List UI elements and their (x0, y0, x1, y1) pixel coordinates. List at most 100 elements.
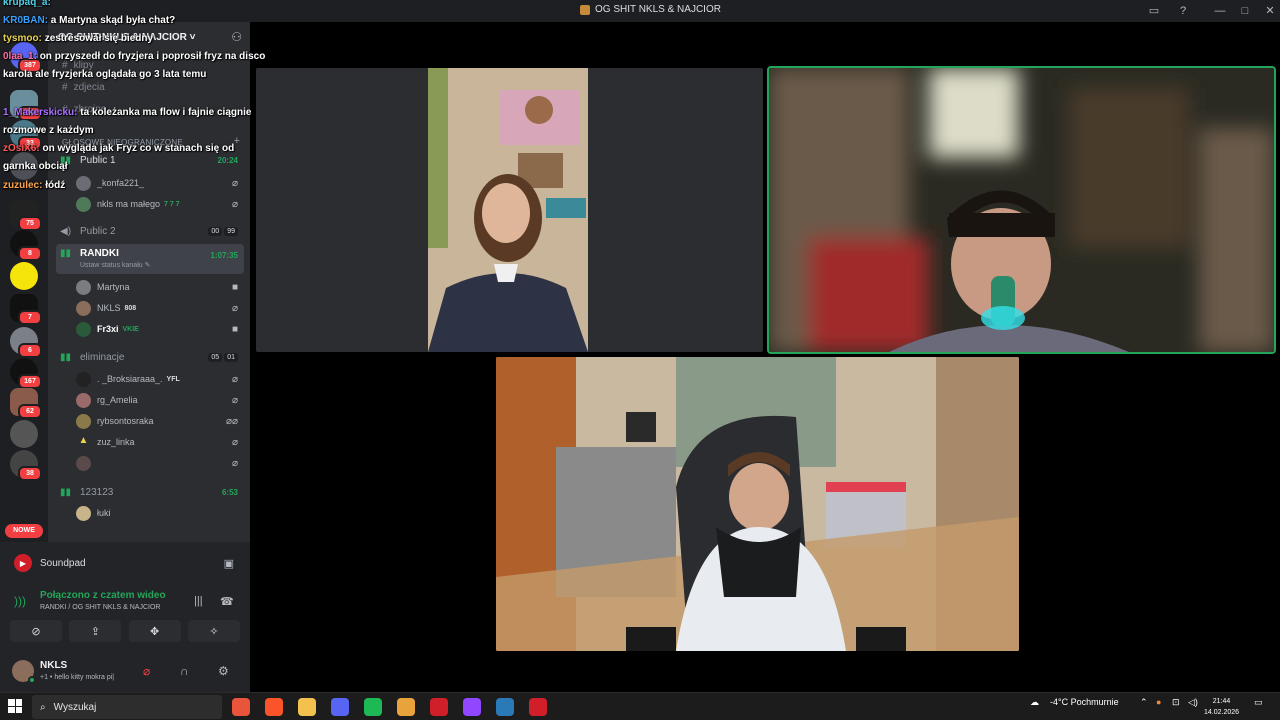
voice-connection: ))) Połączono z czatem wideo RANDKI / OG… (10, 588, 242, 616)
weather-icon[interactable]: ☁ (1030, 697, 1039, 708)
close-button[interactable]: ✕ (1262, 3, 1278, 19)
avatar (76, 300, 91, 316)
voice-user[interactable]: rybsontosraka ⌀⌀ (76, 411, 244, 431)
disconnect-icon[interactable]: ☎ (220, 595, 234, 608)
settings-gear-icon[interactable]: ⚙ (218, 664, 229, 678)
server-icon[interactable]: 7 (10, 294, 42, 325)
video-tile-nkls[interactable] (496, 357, 1019, 651)
windows-start-icon[interactable] (8, 699, 22, 713)
video-feed (428, 68, 588, 352)
mic-muted-icon[interactable]: ⌀ (143, 664, 150, 678)
taskbar-app-icon[interactable] (232, 698, 250, 716)
voice-user[interactable]: . _Broksiaraaa_. YFL ⌀ (76, 369, 244, 389)
chat-text: a Martyna skąd była chat? (50, 15, 176, 26)
taskbar: ⌕ Wyszukaj ☁ -4°C Pochmurnie ⌃ ● ⊡ ◁) 21… (0, 692, 1280, 720)
server-icon[interactable] (10, 262, 38, 290)
server-icon[interactable]: 38 (10, 450, 42, 481)
connection-location[interactable]: RANDKI / OG SHIT NKLS & NAJCIOR (40, 604, 160, 611)
chat-message: krupaq_a: (3, 0, 267, 12)
video-tile-speaking[interactable] (767, 66, 1276, 354)
network-icon[interactable]: ⊡ (1172, 697, 1180, 708)
screen-share-button[interactable]: ⇪ (69, 620, 122, 642)
tray-app-icon[interactable]: ● (1156, 697, 1161, 707)
soundboard-button[interactable]: ✧ (187, 620, 240, 642)
server-icon[interactable] (10, 420, 38, 448)
taskbar-clock[interactable]: 21:44 14.02.2026 (1204, 696, 1239, 718)
capacity-current: 05 (208, 352, 223, 362)
taskbar-app-icon[interactable] (397, 698, 415, 716)
taskbar-app-icon[interactable] (496, 698, 514, 716)
server-icon (580, 4, 590, 15)
video-tile-martyna[interactable] (256, 68, 763, 352)
maximize-button[interactable]: □ (1237, 3, 1253, 19)
help-icon[interactable]: ? (1175, 3, 1191, 19)
taskbar-app-icon[interactable] (463, 698, 481, 716)
tray-chevron-icon[interactable]: ⌃ (1140, 697, 1148, 708)
user-name[interactable]: NKLS (40, 660, 67, 671)
voice-user[interactable]: Fr3xi VKIE ■ (76, 319, 244, 339)
voice-user[interactable]: Martyna ■ (76, 277, 244, 297)
volume-icon[interactable]: ◁) (1188, 697, 1198, 708)
voice-user[interactable]: NKLS 808 ⌀ (76, 298, 244, 318)
avatar (76, 505, 91, 521)
user-name: Fr3xi (97, 324, 119, 334)
server-icon[interactable]: 75 (10, 200, 42, 231)
user-tag: YFL (166, 375, 180, 383)
taskbar-app-icon[interactable] (529, 698, 547, 716)
voice-user[interactable]: łuki (76, 503, 244, 523)
status-dot (28, 676, 36, 684)
voice-controls: ⊘ ⇪ ✥ ✧ (10, 620, 240, 642)
taskbar-app-icon[interactable] (331, 698, 349, 716)
mute-icon: ⌀ (231, 394, 238, 406)
chat-username: krupaq_a: (3, 0, 51, 8)
voice-channel-public2[interactable]: ◀) Public 2 00 99 (56, 221, 244, 241)
voice-icon: ▮▮ (60, 248, 72, 259)
voice-user[interactable]: ⌀ (76, 453, 244, 473)
taskbar-app-icon[interactable] (430, 698, 448, 716)
taskbar-app-icon[interactable] (265, 698, 283, 716)
capacity-max: 01 (224, 352, 238, 362)
soundpad-row[interactable]: ▶ Soundpad ▣ (8, 550, 244, 576)
taskbar-search[interactable]: ⌕ Wyszukaj (32, 695, 222, 719)
headphones-icon[interactable]: ∩ (180, 664, 189, 678)
chat-text: zestresował się biedny (44, 33, 154, 44)
channel-timer: 6:53 (221, 487, 238, 497)
taskbar-app-icon[interactable] (364, 698, 382, 716)
mute-deafen-icon: ⌀⌀ (225, 415, 238, 427)
app-root: OG SHIT NKLS & NAJCIOR ▭ ? — □ ✕ 387 23 33… (0, 0, 1280, 720)
screen-icon[interactable]: ▭ (1146, 3, 1162, 19)
chat-message: zOsiX6: on wygląda jak Fryz co w stanach… (3, 140, 267, 176)
avatar[interactable] (12, 660, 36, 684)
weather-text[interactable]: -4°C Pochmurnie (1050, 697, 1119, 707)
current-user: NKLS +1 • hello kitty mokra pi| ⌀ ∩ ⚙ (0, 652, 250, 692)
taskbar-app-icon[interactable] (298, 698, 316, 716)
camera-off-button[interactable]: ⊘ (10, 620, 62, 642)
user-tag: 808 (124, 304, 137, 312)
server-icon[interactable]: 167 (10, 358, 42, 389)
search-icon: ⌕ (40, 701, 46, 713)
soundboard-icon[interactable]: ||| (194, 595, 203, 607)
new-badge[interactable]: NOWE (5, 524, 43, 538)
channel-label: Public 2 (80, 225, 116, 237)
server-icon[interactable]: 6 (10, 327, 42, 358)
chat-username: 1_Makerskicku: (3, 107, 78, 118)
server-icon[interactable]: 8 (10, 230, 42, 261)
voice-icon: ▮▮ (60, 486, 72, 498)
soundpad-label: Soundpad (40, 557, 86, 569)
signal-icon[interactable]: ))) (14, 594, 26, 608)
voice-channel-randki[interactable]: ▮▮ RANDKI 1:07:35 Ustaw status kanału ✎ (56, 244, 244, 274)
notifications-icon[interactable]: ▭ (1254, 697, 1263, 708)
voice-user[interactable]: ▲ zuz_linka ⌀ (76, 432, 244, 452)
voice-channel-eliminacje[interactable]: ▮▮ eliminacje 05 01 (56, 347, 244, 367)
server-icon[interactable]: 62 (10, 388, 42, 419)
avatar (76, 279, 91, 295)
voice-channel-123123[interactable]: ▮▮ 123123 6:53 (56, 482, 244, 502)
unread-badge: 75 (18, 216, 42, 231)
channel-status[interactable]: Ustaw status kanału ✎ (80, 261, 150, 269)
voice-user[interactable]: rg_Amelia ⌀ (76, 390, 244, 410)
channel-label: eliminacje (80, 351, 125, 363)
user-name: łuki (97, 508, 111, 518)
activities-button[interactable]: ✥ (128, 620, 181, 642)
screen-share-icon[interactable]: ▣ (224, 557, 234, 570)
minimize-button[interactable]: — (1212, 3, 1228, 19)
